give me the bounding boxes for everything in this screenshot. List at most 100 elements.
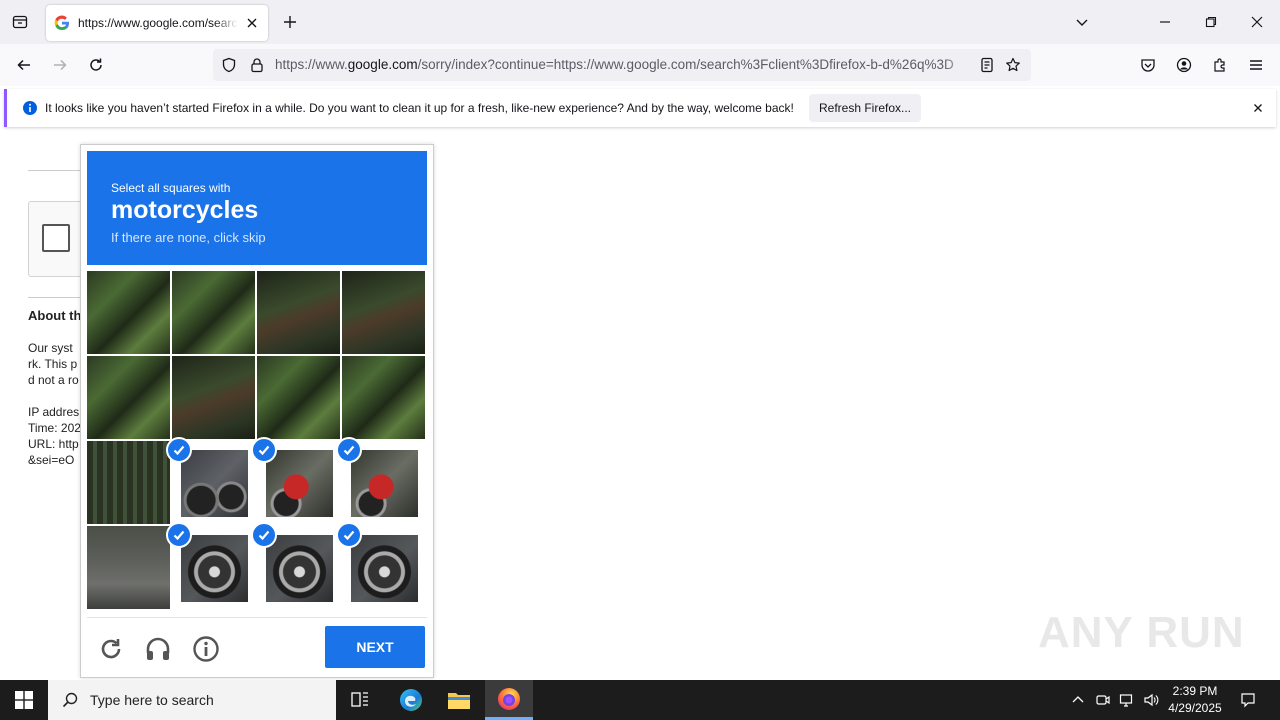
page-text-line: IP addres [28, 405, 80, 419]
recaptcha-checkbox[interactable] [42, 224, 70, 252]
task-view-icon[interactable] [336, 680, 384, 720]
taskbar-clock[interactable]: 2:39 PM 4/29/2025 [1160, 683, 1230, 717]
captcha-tile-image [351, 535, 418, 602]
windows-start-icon[interactable] [0, 680, 48, 720]
captcha-tile-image [181, 450, 248, 517]
meet-now-icon[interactable] [1093, 690, 1113, 710]
tracking-protection-shield-icon[interactable] [221, 57, 237, 73]
captcha-tile[interactable] [87, 526, 170, 609]
page-text-line: Time: 202 [28, 421, 80, 435]
firefox-taskbar-icon[interactable] [485, 680, 533, 720]
info-help-icon[interactable] [190, 633, 222, 665]
captcha-tile-image [342, 271, 425, 354]
captcha-tile-image [266, 450, 333, 517]
back-arrow-icon[interactable] [12, 53, 36, 77]
address-bar[interactable]: https://www.google.com/sorry/index?conti… [213, 49, 1031, 81]
captcha-tile[interactable] [87, 441, 170, 524]
captcha-tile[interactable] [257, 271, 340, 354]
extensions-icon[interactable] [1208, 53, 1232, 77]
captcha-tile-image [257, 271, 340, 354]
list-all-tabs-icon[interactable] [1070, 10, 1094, 34]
page-text-line: rk. This p [28, 357, 78, 371]
reload-challenge-icon[interactable] [95, 633, 127, 665]
tile-selected-check-icon [336, 522, 362, 548]
captcha-hint: If there are none, click skip [111, 230, 266, 245]
close-notification-icon[interactable] [1250, 100, 1266, 116]
divider [28, 170, 88, 171]
windows-taskbar: Type here to search 2:39 PM 4/29/2025 [0, 680, 1280, 720]
notification-message: It looks like you haven’t started Firefo… [45, 101, 794, 115]
anyrun-watermark: ANY RUN [1038, 608, 1245, 657]
refresh-firefox-button[interactable]: Refresh Firefox... [809, 94, 921, 122]
google-favicon-icon [54, 15, 69, 31]
lock-icon[interactable] [249, 57, 265, 73]
show-hidden-icons-chevron-icon[interactable] [1068, 690, 1088, 710]
tab-title: https://www.google.com/search?client=fir… [78, 16, 238, 30]
captcha-tile-image [87, 271, 170, 354]
menu-hamburger-icon[interactable] [1244, 53, 1268, 77]
about-heading: About this page [28, 308, 80, 323]
new-tab-icon[interactable] [280, 12, 300, 32]
captcha-tile-image [257, 356, 340, 439]
tab-strip: https://www.google.com/search?client=fir… [0, 0, 1280, 44]
search-icon [62, 692, 78, 708]
tile-selected-check-icon [166, 522, 192, 548]
refresh-firefox-notification: It looks like you haven’t started Firefo… [4, 89, 1276, 127]
captcha-tile-image [87, 441, 170, 524]
captcha-tile[interactable] [87, 271, 170, 354]
captcha-target: motorcycles [111, 196, 259, 224]
reload-icon[interactable] [84, 53, 108, 77]
captcha-tile-image [87, 526, 170, 609]
clock-date: 4/29/2025 [1168, 701, 1222, 715]
taskbar-search-box[interactable]: Type here to search [48, 680, 336, 720]
network-icon[interactable] [1117, 690, 1137, 710]
captcha-tile-image [172, 271, 255, 354]
close-window-icon[interactable] [1245, 10, 1269, 34]
captcha-tile-image [87, 356, 170, 439]
next-button[interactable]: NEXT [325, 626, 425, 668]
file-explorer-icon[interactable] [435, 680, 483, 720]
volume-icon[interactable] [1141, 690, 1161, 710]
search-placeholder: Type here to search [90, 692, 214, 708]
navigation-toolbar: https://www.google.com/sorry/index?conti… [0, 44, 1280, 86]
captcha-header: Select all squares with motorcycles If t… [87, 151, 427, 265]
info-icon [23, 101, 37, 115]
captcha-tile-image [351, 450, 418, 517]
divider [87, 617, 427, 618]
tile-selected-check-icon [166, 437, 192, 463]
captcha-tile[interactable] [342, 271, 425, 354]
page-text-line: Our syst [28, 341, 73, 355]
firefox-view-icon[interactable] [8, 10, 32, 34]
tile-selected-check-icon [251, 437, 277, 463]
page-text-line: URL: http [28, 437, 79, 451]
restore-icon[interactable] [1199, 10, 1223, 34]
reader-view-icon[interactable] [979, 57, 995, 73]
captcha-instruction: Select all squares with [111, 181, 231, 195]
captcha-tile[interactable] [87, 356, 170, 439]
captcha-tile[interactable] [172, 356, 255, 439]
url-text[interactable]: https://www.google.com/sorry/index?conti… [275, 57, 971, 72]
page-text-line: &sei=eO [28, 453, 75, 467]
notifications-icon[interactable] [1238, 690, 1258, 710]
forward-arrow-icon[interactable] [48, 53, 72, 77]
browser-tab[interactable]: https://www.google.com/search?client=fir… [46, 5, 268, 41]
audio-challenge-headphones-icon[interactable] [142, 633, 174, 665]
captcha-tile-image [181, 535, 248, 602]
edge-browser-icon[interactable] [387, 680, 435, 720]
tile-selected-check-icon [336, 437, 362, 463]
clock-time: 2:39 PM [1172, 684, 1218, 698]
account-icon[interactable] [1172, 53, 1196, 77]
captcha-tile[interactable] [172, 271, 255, 354]
tile-selected-check-icon [251, 522, 277, 548]
close-tab-icon[interactable] [244, 15, 260, 31]
captcha-tile[interactable] [342, 356, 425, 439]
minimize-icon[interactable] [1153, 10, 1177, 34]
bookmark-star-icon[interactable] [1005, 57, 1021, 73]
captcha-tile-image [266, 535, 333, 602]
captcha-tile-image [172, 356, 255, 439]
captcha-challenge: Select all squares with motorcycles If t… [80, 144, 434, 678]
captcha-tile-image [342, 356, 425, 439]
page-text-line: d not a ro [28, 373, 79, 387]
pocket-icon[interactable] [1136, 53, 1160, 77]
captcha-tile[interactable] [257, 356, 340, 439]
